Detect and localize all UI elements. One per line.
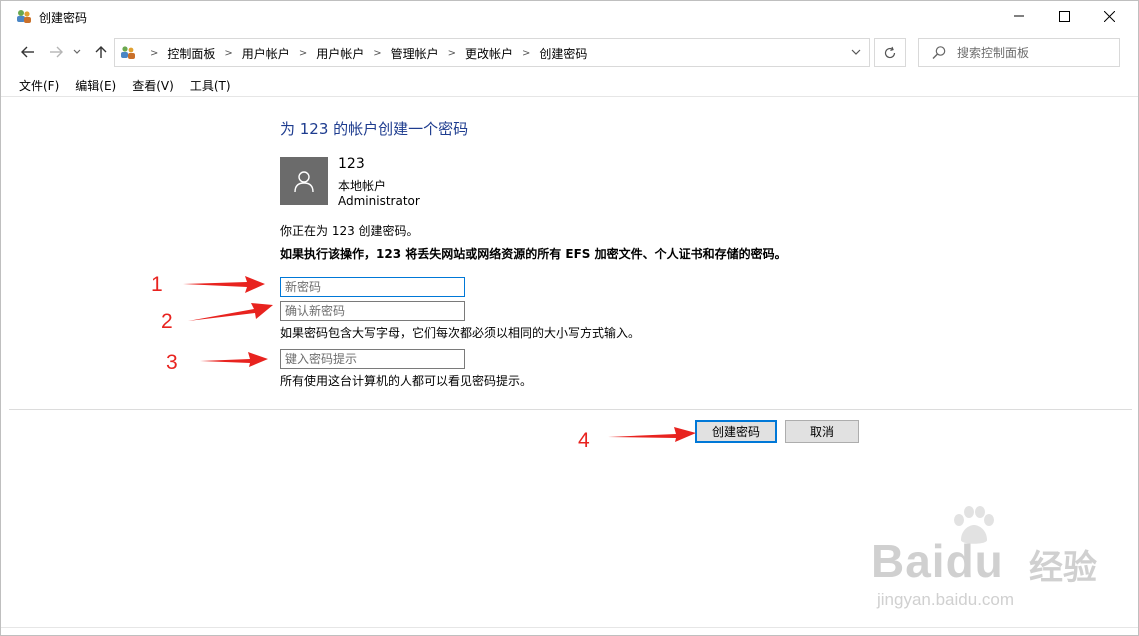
control-panel-icon: [121, 46, 135, 59]
avatar: [280, 157, 328, 205]
annotation-number-1: 1: [151, 273, 163, 296]
arrow-up-icon: [95, 46, 107, 58]
chevron-right-icon[interactable]: >: [150, 48, 158, 59]
menu-tools[interactable]: 工具(T): [190, 77, 231, 94]
refresh-icon: [884, 46, 896, 58]
confirm-password-field[interactable]: [280, 301, 465, 321]
navigation-bar: > 控制面板 > 用户帐户 > 用户帐户 > 管理帐户 > 更改帐户 > 创建密…: [1, 35, 1138, 69]
menu-file[interactable]: 文件(F): [19, 77, 59, 94]
create-password-window: 创建密码 > 控制面板 > 用户帐户 > 用户帐户 > 管理帐户 > 更改帐户 …: [0, 0, 1139, 636]
chevron-right-icon[interactable]: >: [448, 48, 456, 59]
search-icon: [932, 46, 946, 59]
account-type: 本地帐户: [338, 179, 387, 193]
hint-visibility-note: 所有使用这台计算机的人都可以看见密码提示。: [280, 374, 533, 388]
back-button[interactable]: [17, 41, 39, 63]
title-bar: 创建密码: [1, 1, 1138, 33]
page-title: 为 123 的帐户创建一个密码: [280, 120, 469, 138]
menu-bar: 文件(F) 编辑(E) 查看(V) 工具(T): [1, 75, 1138, 97]
account-name: 123: [338, 156, 365, 172]
arrow-left-icon: [21, 46, 34, 58]
menu-view[interactable]: 查看(V): [132, 77, 174, 94]
breadcrumb-manage-accounts[interactable]: 管理帐户: [391, 45, 439, 62]
new-password-field[interactable]: [280, 277, 465, 297]
chevron-down-icon: [73, 49, 81, 54]
close-icon: [1103, 10, 1115, 22]
efs-warning-text: 如果执行该操作，123 将丢失网站或网络资源的所有 EFS 加密文件、个人证书和…: [280, 247, 787, 261]
menu-edit[interactable]: 编辑(E): [75, 77, 116, 94]
watermark-url: jingyan.baidu.com: [877, 590, 1015, 609]
breadcrumb: > 控制面板 > 用户帐户 > 用户帐户 > 管理帐户 > 更改帐户 > 创建密…: [141, 45, 587, 62]
chevron-right-icon[interactable]: >: [522, 48, 530, 59]
address-bar[interactable]: > 控制面板 > 用户帐户 > 用户帐户 > 管理帐户 > 更改帐户 > 创建密…: [114, 38, 870, 67]
up-button[interactable]: [90, 41, 112, 63]
breadcrumb-control-panel[interactable]: 控制面板: [167, 45, 215, 62]
address-dropdown-button[interactable]: [849, 45, 863, 59]
chevron-down-icon: [851, 49, 861, 55]
user-icon: [294, 171, 314, 193]
forward-button[interactable]: [45, 41, 67, 63]
refresh-button[interactable]: [874, 38, 906, 67]
maximize-button[interactable]: [1041, 1, 1087, 31]
recent-locations-button[interactable]: [69, 41, 85, 63]
creating-password-text: 你正在为 123 创建密码。: [280, 224, 419, 238]
window-title: 创建密码: [39, 11, 88, 25]
annotation-arrow-2: [188, 303, 273, 321]
baidu-watermark: Baidu 经验 jingyan.baidu.com: [871, 506, 1111, 616]
close-button[interactable]: [1086, 1, 1132, 31]
search-box[interactable]: [918, 38, 1120, 67]
breadcrumb-create-password[interactable]: 创建密码: [539, 45, 587, 62]
annotation-arrow-4: [608, 427, 696, 442]
create-password-button[interactable]: 创建密码: [695, 420, 777, 443]
section-divider: [9, 409, 1132, 410]
annotation-number-4: 4: [578, 429, 590, 452]
minimize-button[interactable]: [996, 1, 1042, 31]
breadcrumb-user-accounts-2[interactable]: 用户帐户: [316, 45, 364, 62]
breadcrumb-change-account[interactable]: 更改帐户: [465, 45, 513, 62]
watermark-brand-cn: 经验: [1029, 549, 1097, 587]
chevron-right-icon[interactable]: >: [299, 48, 307, 59]
minimize-icon: [1014, 15, 1024, 17]
arrow-right-icon: [50, 46, 63, 58]
search-input[interactable]: [957, 43, 1112, 63]
account-role: Administrator: [338, 194, 420, 208]
annotation-number-3: 3: [166, 351, 178, 374]
watermark-brand: Baidu: [871, 535, 1004, 587]
case-sensitivity-note: 如果密码包含大写字母，它们每次都必须以相同的大小写方式输入。: [280, 326, 641, 340]
status-bar: [1, 627, 1138, 636]
password-hint-field[interactable]: [280, 349, 465, 369]
users-control-panel-icon: [17, 10, 31, 23]
annotation-arrow-3: [200, 352, 268, 367]
annotation-arrow-1: [183, 276, 265, 293]
maximize-icon: [1058, 10, 1070, 22]
breadcrumb-user-accounts[interactable]: 用户帐户: [242, 45, 290, 62]
annotation-number-2: 2: [161, 310, 173, 333]
cancel-button[interactable]: 取消: [785, 420, 859, 443]
chevron-right-icon[interactable]: >: [373, 48, 381, 59]
chevron-right-icon[interactable]: >: [224, 48, 232, 59]
